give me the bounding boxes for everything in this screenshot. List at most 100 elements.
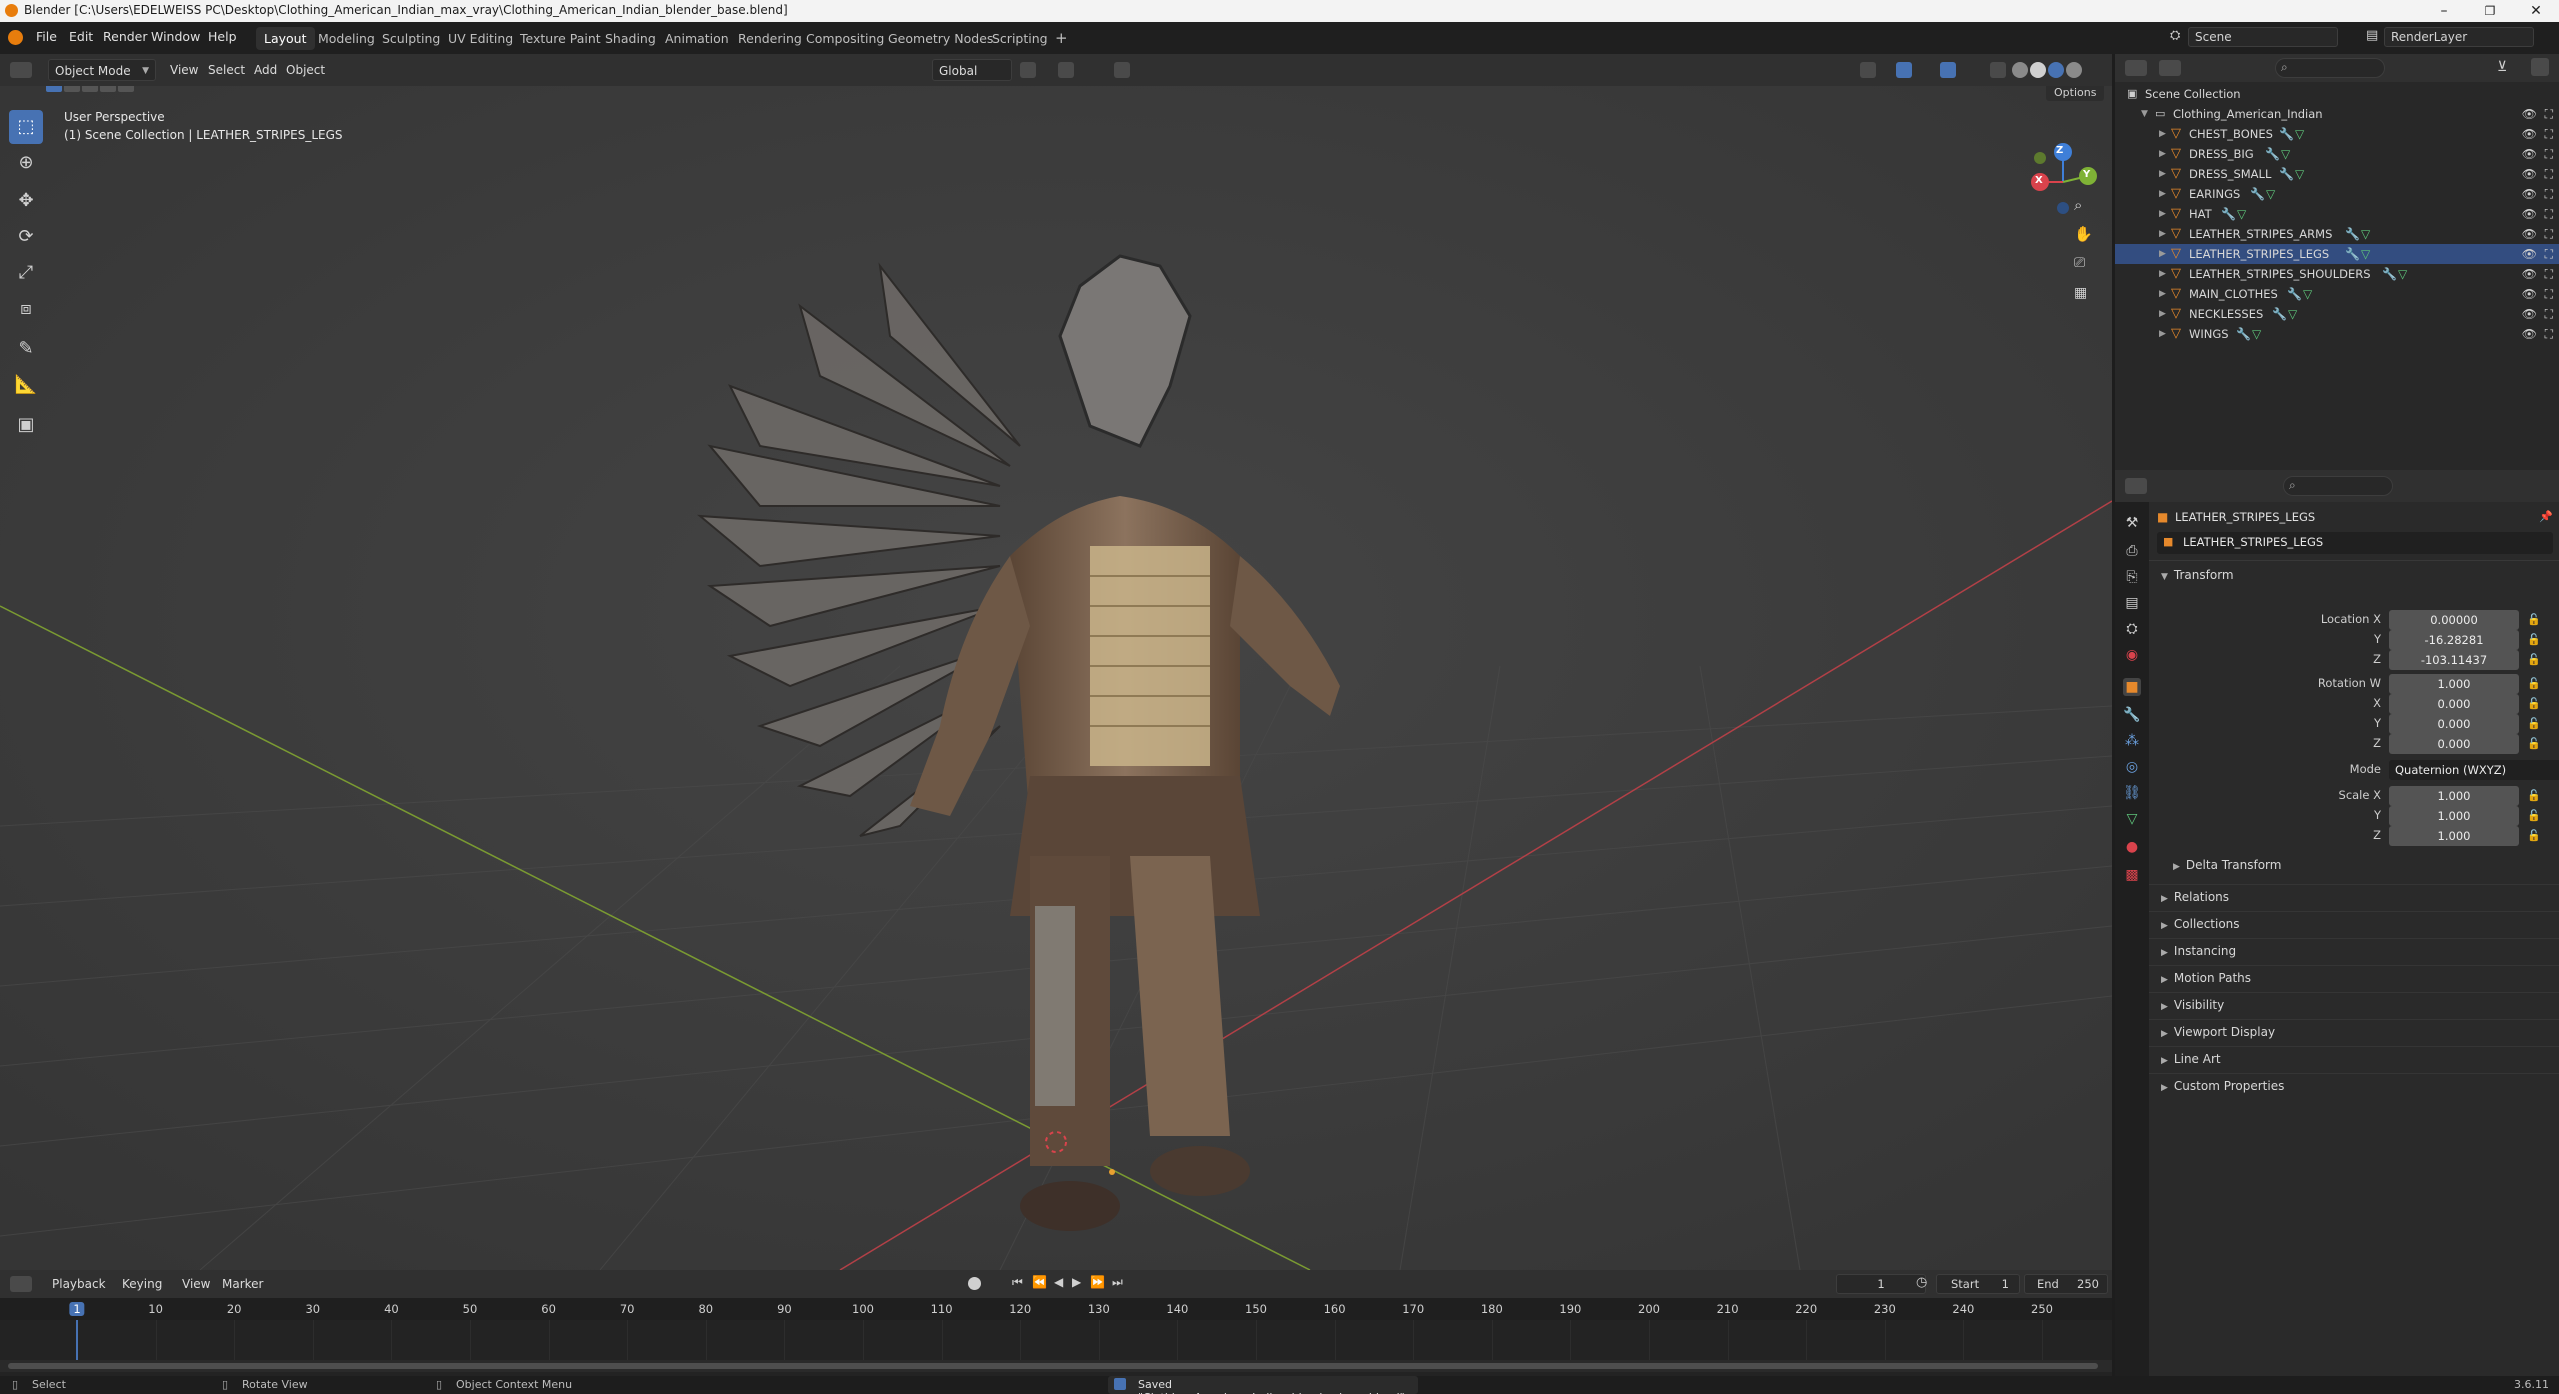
outliner-row-object[interactable]: ▶ ▽ NECKLESSES 🔧 ▽ 👁 ⛶: [2115, 304, 2559, 324]
eye-icon[interactable]: 👁: [2522, 324, 2537, 344]
outliner-row-collection[interactable]: ▼ ▭ Clothing_American_Indian 👁 ⛶: [2115, 104, 2559, 124]
section-instancing[interactable]: ▶ Instancing: [2161, 944, 2236, 958]
tab-layout[interactable]: Layout: [256, 27, 315, 50]
rotation-w-field[interactable]: 1.000: [2389, 674, 2519, 694]
viewport-menu-add[interactable]: Add: [248, 59, 283, 81]
modifier-wrench-icon[interactable]: 🔧: [2345, 244, 2360, 264]
section-line-art[interactable]: ▶ Line Art: [2161, 1052, 2221, 1066]
outliner-row-object[interactable]: ▶ ▽ MAIN_CLOTHES 🔧 ▽ 👁 ⛶: [2115, 284, 2559, 304]
expand-triangle-icon[interactable]: ▼: [2141, 104, 2148, 124]
outliner-row-object[interactable]: ▶ ▽ LEATHER_STRIPES_SHOULDERS 🔧 ▽ 👁 ⛶: [2115, 264, 2559, 284]
tab-sculpting[interactable]: Sculpting: [374, 27, 448, 50]
select-mode-subtract-icon[interactable]: [82, 86, 98, 92]
filter-icon[interactable]: ⊻: [2497, 59, 2507, 75]
eye-icon[interactable]: 👁: [2522, 304, 2537, 324]
rotation-z-field[interactable]: 0.000: [2389, 734, 2519, 754]
maximize-button[interactable]: ❐: [2467, 0, 2513, 22]
next-keyframe-icon[interactable]: ⏩: [1090, 1275, 1105, 1289]
mesh-data-icon[interactable]: ▽: [2252, 324, 2261, 344]
modifier-wrench-icon[interactable]: 🔧: [2287, 284, 2302, 304]
expand-triangle-icon[interactable]: ▶: [2159, 184, 2166, 204]
constraints-tab-icon[interactable]: ⛓: [2123, 784, 2141, 802]
shading-wireframe-icon[interactable]: [2012, 62, 2028, 78]
outliner-row-object[interactable]: ▶ ▽ CHEST_BONES 🔧 ▽ 👁 ⛶: [2115, 124, 2559, 144]
camera-icon[interactable]: ⛶: [2545, 144, 2553, 164]
lock-icon[interactable]: 🔓: [2527, 677, 2541, 690]
outliner-row-object[interactable]: ▶ ▽ DRESS_SMALL 🔧 ▽ 👁 ⛶: [2115, 164, 2559, 184]
timeline-editor-type-icon[interactable]: [10, 1276, 32, 1292]
shading-solid-icon[interactable]: [2030, 62, 2046, 78]
scene-tab-icon[interactable]: ⛭: [2123, 620, 2141, 638]
properties-editor-type-icon[interactable]: [2125, 478, 2147, 494]
new-collection-icon[interactable]: [2531, 58, 2549, 76]
mode-dropdown[interactable]: Object Mode ▼: [48, 59, 156, 81]
rotate-tool-icon[interactable]: ⟳: [9, 220, 43, 254]
section-motion-paths[interactable]: ▶ Motion Paths: [2161, 971, 2251, 985]
location-x-field[interactable]: 0.00000: [2389, 610, 2519, 630]
tab-animation[interactable]: Animation: [657, 27, 737, 50]
section-custom-properties[interactable]: ▶ Custom Properties: [2161, 1079, 2284, 1093]
outliner-row-object[interactable]: ▶ ▽ DRESS_BIG 🔧 ▽ 👁 ⛶: [2115, 144, 2559, 164]
eye-icon[interactable]: 👁: [2522, 264, 2537, 284]
expand-triangle-icon[interactable]: ▶: [2159, 124, 2166, 144]
scrollbar-thumb[interactable]: [8, 1363, 2098, 1369]
shading-rendered-icon[interactable]: [2066, 62, 2082, 78]
eye-icon[interactable]: 👁: [2522, 284, 2537, 304]
location-y-field[interactable]: -16.28281: [2389, 630, 2519, 650]
material-tab-icon[interactable]: ●: [2123, 838, 2141, 856]
lock-icon[interactable]: 🔓: [2527, 737, 2541, 750]
expand-triangle-icon[interactable]: ▶: [2159, 244, 2166, 264]
mesh-data-icon[interactable]: ▽: [2398, 264, 2407, 284]
lock-icon[interactable]: 🔓: [2527, 697, 2541, 710]
timeline-body[interactable]: 1 10 20 30 40 50 60 70 80 90 100 110 120 130 140 150 160…: [0, 1298, 2112, 1376]
current-frame-marker[interactable]: 1: [69, 1302, 85, 1316]
menu-window[interactable]: Window: [151, 29, 200, 44]
expand-triangle-icon[interactable]: ▶: [2159, 164, 2166, 184]
rotation-x-field[interactable]: 0.000: [2389, 694, 2519, 714]
annotate-tool-icon[interactable]: ✎: [9, 332, 43, 366]
cursor-tool-icon[interactable]: ⊕: [9, 146, 43, 180]
mesh-data-icon[interactable]: ▽: [2303, 284, 2312, 304]
camera-icon[interactable]: ⛶: [2545, 104, 2553, 124]
transform-orientation-dropdown[interactable]: Global: [932, 59, 1012, 81]
pan-hand-icon[interactable]: ✋: [2074, 225, 2093, 243]
proportional-edit-icon[interactable]: [1114, 62, 1130, 78]
lock-icon[interactable]: 🔓: [2527, 633, 2541, 646]
lock-icon[interactable]: 🔓: [2527, 829, 2541, 842]
rotation-mode-dropdown[interactable]: Quaternion (WXYZ) ▼: [2389, 760, 2559, 780]
tab-texture-paint[interactable]: Texture Paint: [512, 27, 609, 50]
data-tab-icon[interactable]: ▽: [2123, 810, 2141, 828]
options-dropdown[interactable]: Options: [2046, 86, 2105, 101]
transform-section-header[interactable]: ▼ Transform: [2161, 568, 2234, 582]
pivot-icon[interactable]: [1020, 62, 1036, 78]
timeline-scrollbar[interactable]: [0, 1360, 2112, 1372]
location-z-field[interactable]: -103.11437: [2389, 650, 2519, 670]
outliner-search-input[interactable]: [2275, 58, 2385, 78]
render-layer-field[interactable]: RenderLayer: [2384, 27, 2534, 47]
jump-start-icon[interactable]: ⏮: [1012, 1275, 1023, 1290]
lock-icon[interactable]: 🔓: [2527, 809, 2541, 822]
zoom-icon[interactable]: ⌕: [2074, 196, 2082, 214]
eye-icon[interactable]: 👁: [2522, 184, 2537, 204]
modifier-tab-icon[interactable]: 🔧: [2123, 706, 2141, 724]
editor-type-icon[interactable]: [10, 62, 32, 78]
expand-triangle-icon[interactable]: ▶: [2159, 204, 2166, 224]
add-workspace-button[interactable]: +: [1047, 27, 1076, 50]
start-frame-field[interactable]: Start 1: [1936, 1274, 2020, 1294]
modifier-wrench-icon[interactable]: 🔧: [2265, 144, 2280, 164]
eye-icon[interactable]: 👁: [2522, 244, 2537, 264]
jump-end-icon[interactable]: ⏭: [1112, 1275, 1123, 1290]
play-reverse-icon[interactable]: ◀: [1054, 1275, 1063, 1289]
display-mode-icon[interactable]: [2159, 60, 2181, 76]
world-tab-icon[interactable]: ◉: [2123, 646, 2141, 664]
snap-icon[interactable]: [1058, 62, 1074, 78]
outliner-editor-type-icon[interactable]: [2125, 60, 2147, 76]
outliner-row-object[interactable]: ▶ ▽ EARINGS 🔧 ▽ 👁 ⛶: [2115, 184, 2559, 204]
move-tool-icon[interactable]: ✥: [9, 184, 43, 218]
modifier-wrench-icon[interactable]: 🔧: [2250, 184, 2265, 204]
modifier-wrench-icon[interactable]: 🔧: [2279, 164, 2294, 184]
overlay-toggle-icon[interactable]: [1940, 62, 1956, 78]
view-layer-tab-icon[interactable]: ▤: [2123, 594, 2141, 612]
xray-icon[interactable]: [1990, 62, 2006, 78]
eye-icon[interactable]: 👁: [2522, 104, 2537, 124]
